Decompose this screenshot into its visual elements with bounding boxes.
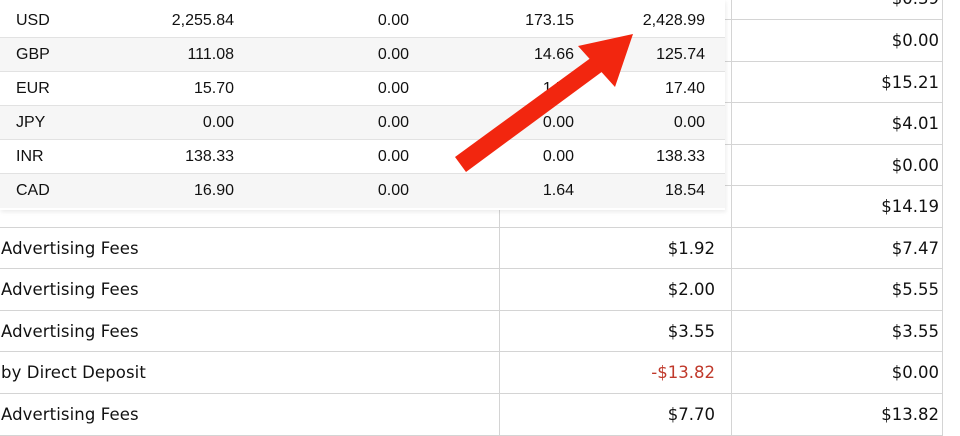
red-arrow-icon <box>455 34 633 172</box>
